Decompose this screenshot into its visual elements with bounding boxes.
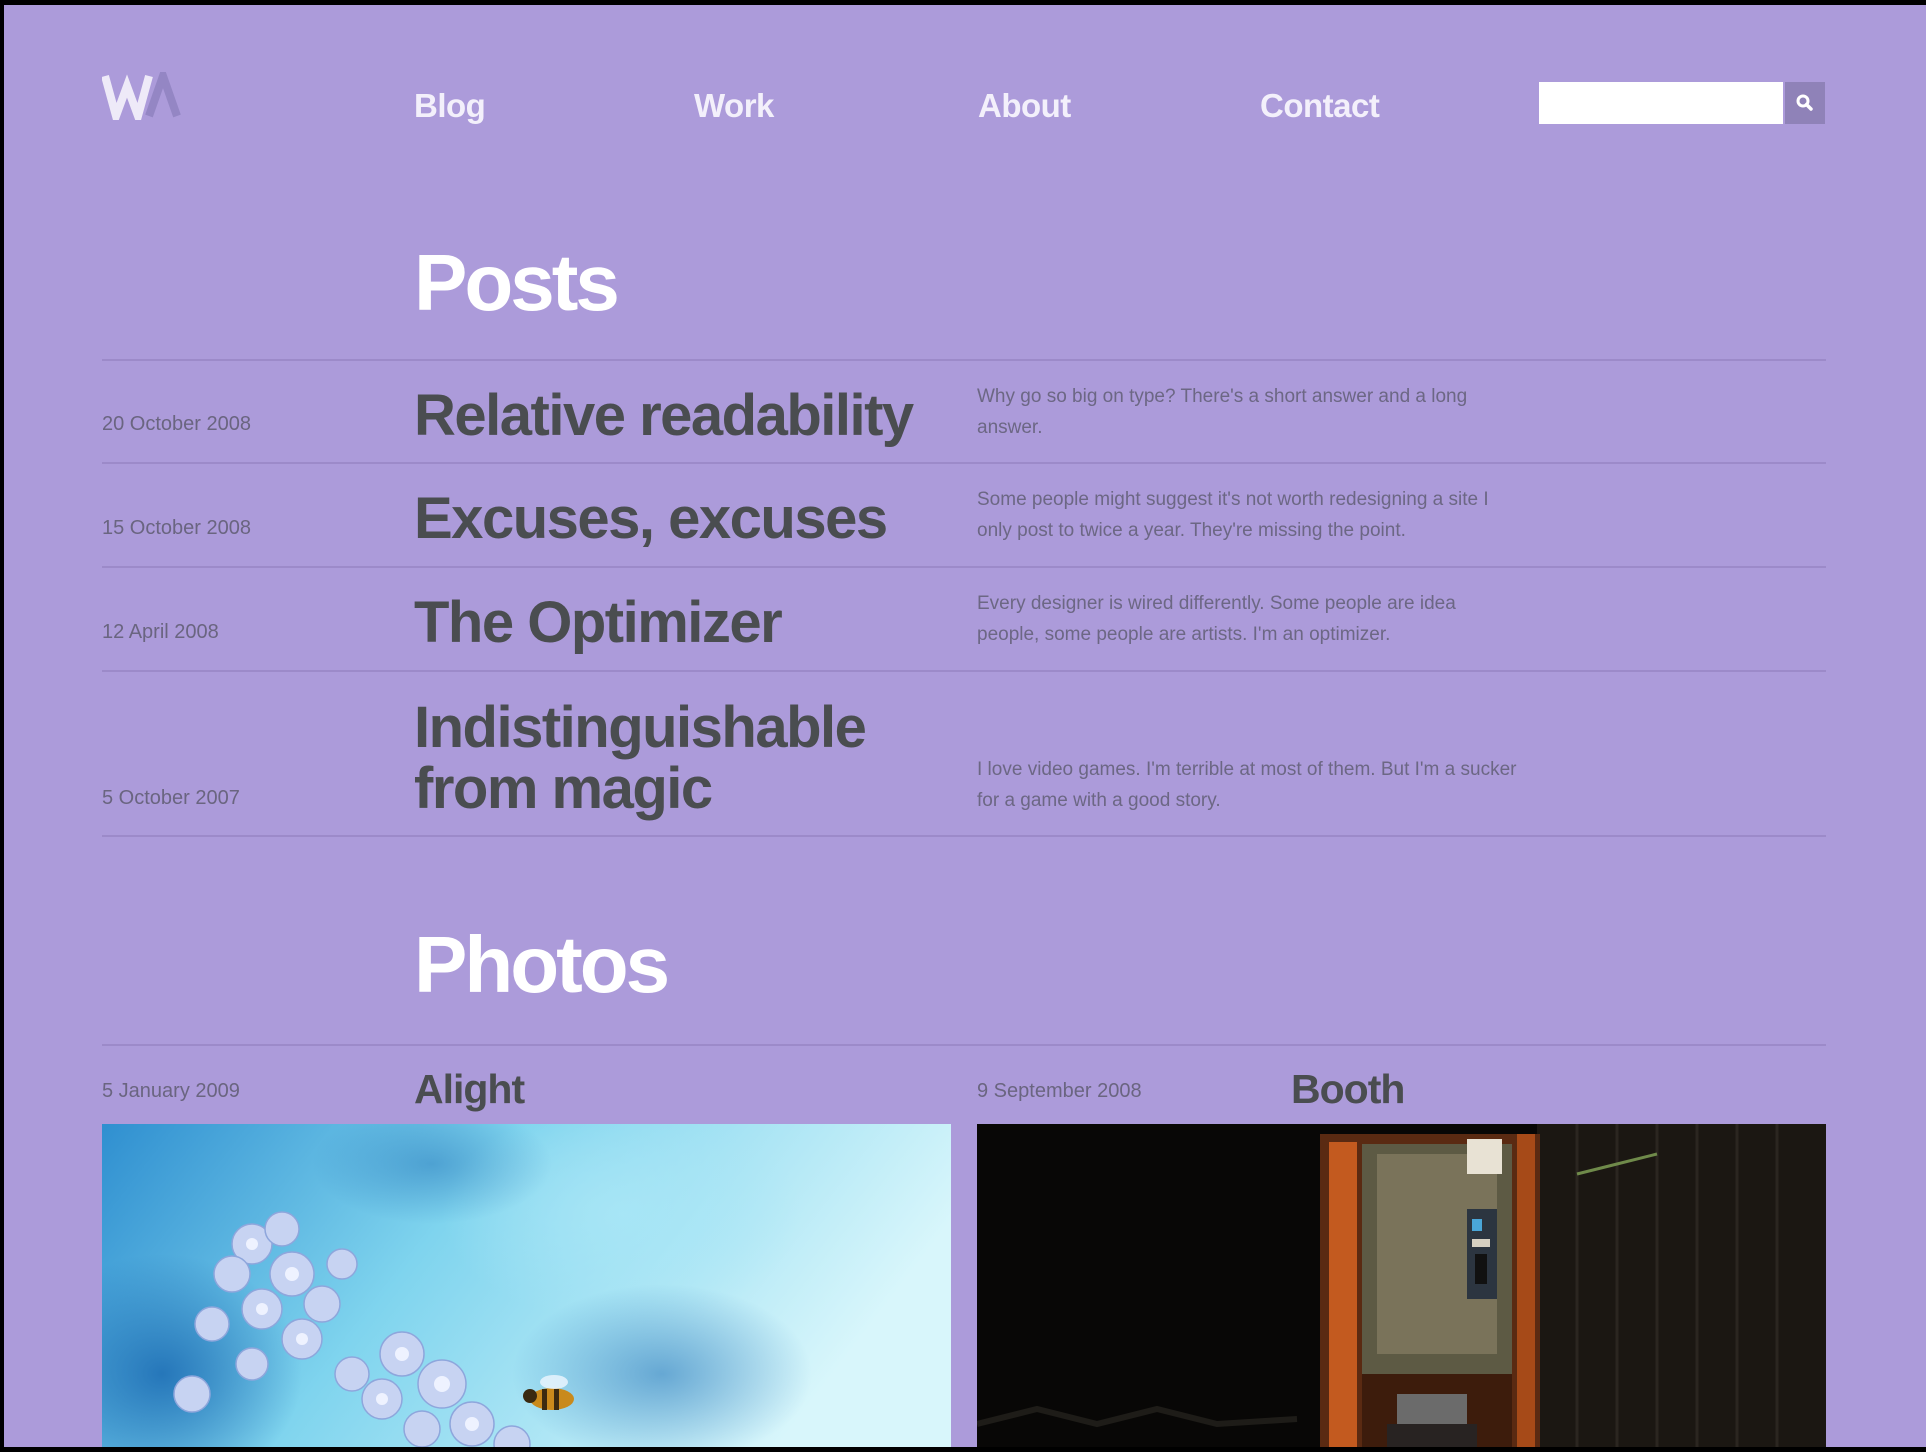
search-button[interactable] — [1785, 82, 1825, 124]
post-date: 12 April 2008 — [102, 621, 219, 643]
photo-date: 9 September 2008 — [977, 1080, 1142, 1102]
post-date: 15 October 2008 — [102, 517, 251, 539]
post-title-link[interactable]: The Optimizer — [414, 592, 783, 653]
post-summary: I love video games. I'm terrible at most… — [977, 759, 1517, 811]
post-date: 5 October 2007 — [102, 787, 240, 809]
nav-work[interactable]: Work — [694, 87, 774, 125]
post-summary: Why go so big on type? There's a short a… — [977, 386, 1468, 438]
photo-title[interactable]: Alight — [414, 1069, 525, 1110]
phone-booth-photo — [977, 1124, 1826, 1447]
divider — [102, 359, 1826, 361]
post-date: 20 October 2008 — [102, 413, 251, 435]
nav-contact[interactable]: Contact — [1260, 87, 1380, 125]
post-title-link[interactable]: Excuses, excuses — [414, 488, 888, 549]
nav-about[interactable]: About — [978, 87, 1071, 125]
site-logo[interactable] — [102, 72, 192, 120]
divider — [102, 670, 1826, 672]
photo-date: 5 January 2009 — [102, 1080, 240, 1102]
post-title-link[interactable]: Relative readability — [414, 385, 914, 446]
post-summary: Some people might suggest it's not worth… — [977, 489, 1489, 541]
divider — [102, 462, 1826, 464]
page: Blog Work About Contact Posts 20 October… — [4, 5, 1926, 1447]
divider — [102, 1044, 1826, 1046]
photo-booth[interactable] — [977, 1124, 1826, 1447]
photo-title[interactable]: Booth — [1291, 1069, 1405, 1110]
search-input[interactable] — [1539, 82, 1783, 124]
posts-heading: Posts — [414, 238, 620, 327]
post-title-link[interactable]: Indistinguishable from magic — [414, 697, 934, 819]
flower-photo — [102, 1124, 951, 1447]
post-summary: Every designer is wired differently. Som… — [977, 593, 1456, 645]
photo-alight[interactable] — [102, 1124, 951, 1447]
divider — [102, 835, 1826, 837]
photos-heading: Photos — [414, 920, 670, 1009]
search-icon — [1796, 94, 1813, 111]
nav-blog[interactable]: Blog — [414, 87, 486, 125]
divider — [102, 566, 1826, 568]
